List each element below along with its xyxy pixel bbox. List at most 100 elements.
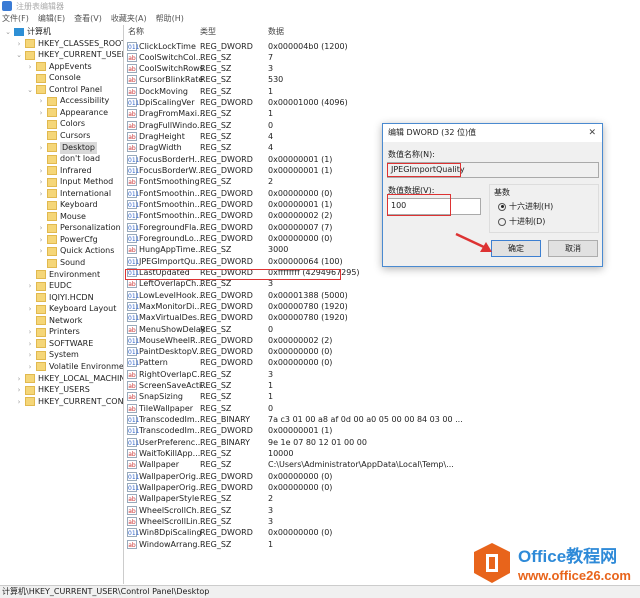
menu-item[interactable]: 查看(V)	[74, 12, 102, 25]
value-row[interactable]: 011 MaxVirtualDes... REG_DWORD 0x00000780 (…	[125, 312, 640, 323]
tree-item[interactable]: IQIYI.HCDN	[26, 292, 94, 304]
chevron-right-icon[interactable]: ›	[37, 142, 45, 154]
column-header-name[interactable]: 名称	[128, 25, 144, 38]
values-list[interactable]: 名称 类型 数据 011 ClickLockTime REG_DWORD 0x0000…	[125, 25, 640, 584]
menu-item[interactable]: 帮助(H)	[156, 12, 184, 25]
value-row[interactable]: 011 LowLevelHook... REG_DWORD 0x00001388 (5…	[125, 290, 640, 301]
column-header-type[interactable]: 类型	[200, 25, 216, 38]
dec-radio[interactable]: 十进制(D)	[498, 216, 545, 227]
chevron-right-icon[interactable]: ›	[37, 165, 45, 177]
value-row[interactable]: ab WheelScrollLin... REG_SZ 3	[125, 516, 640, 527]
value-row[interactable]: 011 UserPreferenc... REG_BINARY 9e 1e 07 80…	[125, 437, 640, 448]
value-row[interactable]: ab Wallpaper REG_SZ C:\Users\Administrator\…	[125, 459, 640, 470]
value-row[interactable]: 011 DpiScalingVer REG_DWORD 0x00001000 (409…	[125, 97, 640, 108]
chevron-right-icon[interactable]: ›	[37, 107, 45, 119]
tree-item[interactable]: › Infrared	[37, 165, 92, 177]
tree-item[interactable]: Cursors	[37, 130, 90, 142]
tree-item[interactable]: › SOFTWARE	[26, 338, 93, 350]
chevron-right-icon[interactable]: ›	[15, 38, 23, 50]
value-row[interactable]: 011 WallpaperOrig... REG_DWORD 0x00000000 (…	[125, 471, 640, 482]
tree-item[interactable]: › EUDC	[26, 280, 72, 292]
tree-item[interactable]: ⌄ 计算机	[4, 26, 51, 38]
chevron-down-icon[interactable]: ⌄	[15, 49, 23, 61]
tree-item[interactable]: › HKEY_CURRENT_CONFIG	[15, 396, 123, 408]
tree-item[interactable]: Sound	[37, 257, 85, 269]
cancel-button[interactable]: 取消	[548, 240, 598, 257]
value-row[interactable]: ab TileWallpaper REG_SZ 0	[125, 403, 640, 414]
value-row[interactable]: ab RightOverlapC... REG_SZ 3	[125, 369, 640, 380]
chevron-right-icon[interactable]: ›	[15, 373, 23, 385]
value-row[interactable]: ab CursorBlinkRate REG_SZ 530	[125, 74, 640, 85]
registry-tree[interactable]: ⌄ 计算机 › HKEY_CLASSES_ROOT ⌄ HKEY_CURRENT_USER…	[0, 25, 124, 584]
menu-item[interactable]: 编辑(E)	[38, 12, 65, 25]
value-row[interactable]: ab DragFromMaxi... REG_SZ 1	[125, 108, 640, 119]
tree-item[interactable]: › Personalization	[37, 222, 121, 234]
value-row[interactable]: ab DockMoving REG_SZ 1	[125, 86, 640, 97]
tree-item[interactable]: › HKEY_CLASSES_ROOT	[15, 38, 123, 50]
tree-item[interactable]: › AppEvents	[26, 61, 92, 73]
value-row[interactable]: ab ScreenSaveActi... REG_SZ 1	[125, 380, 640, 391]
value-row[interactable]: 011 MouseWheelR... REG_DWORD 0x00000002 (2)	[125, 335, 640, 346]
tree-item[interactable]: › Desktop	[37, 141, 97, 154]
chevron-right-icon[interactable]: ›	[37, 234, 45, 246]
value-row[interactable]: 011 Pattern REG_DWORD 0x00000000 (0)	[125, 357, 640, 368]
value-row[interactable]: ab CoolSwitchRows REG_SZ 3	[125, 63, 640, 74]
chevron-down-icon[interactable]: ⌄	[4, 26, 12, 38]
tree-item[interactable]: › HKEY_USERS	[15, 384, 90, 396]
chevron-right-icon[interactable]: ›	[37, 245, 45, 257]
menu-item[interactable]: 收藏夹(A)	[111, 12, 147, 25]
chevron-right-icon[interactable]: ›	[37, 176, 45, 188]
chevron-right-icon[interactable]: ›	[26, 326, 34, 338]
tree-item[interactable]: › Volatile Environment	[26, 361, 123, 373]
chevron-right-icon[interactable]: ›	[15, 384, 23, 396]
tree-item[interactable]: › Printers	[26, 326, 80, 338]
chevron-right-icon[interactable]: ›	[26, 361, 34, 373]
tree-item[interactable]: › System	[26, 349, 79, 361]
chevron-right-icon[interactable]: ›	[37, 222, 45, 234]
menu-item[interactable]: 文件(F)	[2, 12, 29, 25]
chevron-right-icon[interactable]: ›	[15, 396, 23, 408]
tree-item[interactable]: › PowerCfg	[37, 234, 98, 246]
chevron-right-icon[interactable]: ›	[26, 303, 34, 315]
value-row[interactable]: 011 WallpaperOrig... REG_DWORD 0x00000000 (…	[125, 482, 640, 493]
column-header-data[interactable]: 数据	[268, 25, 284, 38]
value-row[interactable]: ab SnapSizing REG_SZ 1	[125, 391, 640, 402]
tree-item[interactable]: › Quick Actions	[37, 245, 114, 257]
tree-item[interactable]: › Appearance	[37, 107, 108, 119]
tree-item[interactable]: Environment	[26, 269, 100, 281]
tree-item[interactable]: Keyboard	[37, 199, 98, 211]
tree-item[interactable]: don't load	[37, 153, 100, 165]
tree-item[interactable]: › International	[37, 188, 111, 200]
tree-item[interactable]: › Keyboard Layout	[26, 303, 116, 315]
value-row[interactable]: 011 MaxMonitorDi... REG_DWORD 0x00000780 (1…	[125, 301, 640, 312]
close-icon[interactable]: ✕	[588, 124, 596, 142]
chevron-right-icon[interactable]: ›	[26, 349, 34, 361]
hex-radio[interactable]: 十六进制(H)	[498, 201, 553, 212]
value-row[interactable]: 011 TranscodedIm... REG_BINARY 7a c3 01 00 …	[125, 414, 640, 425]
tree-item[interactable]: › Input Method	[37, 176, 113, 188]
value-row[interactable]: 011 TranscodedIm... REG_DWORD 0x00000001 (1…	[125, 425, 640, 436]
chevron-right-icon[interactable]: ›	[26, 280, 34, 292]
value-row[interactable]: ab WaitToKillApp... REG_SZ 10000	[125, 448, 640, 459]
value-name: TranscodedIm...	[139, 426, 203, 436]
tree-item[interactable]: Network	[26, 315, 82, 327]
tree-item[interactable]: › HKEY_LOCAL_MACHINE	[15, 373, 123, 385]
value-row[interactable]: ab CoolSwitchCol... REG_SZ 7	[125, 52, 640, 63]
tree-item[interactable]: Colors	[37, 118, 85, 130]
chevron-right-icon[interactable]: ›	[37, 188, 45, 200]
value-row[interactable]: ab WheelScrollCh... REG_SZ 3	[125, 505, 640, 516]
value-row[interactable]: ab MenuShowDelay REG_SZ 0	[125, 324, 640, 335]
chevron-right-icon[interactable]: ›	[37, 95, 45, 107]
value-row[interactable]: 011 PaintDesktopV... REG_DWORD 0x00000000 (…	[125, 346, 640, 357]
tree-item[interactable]: Console	[26, 72, 81, 84]
chevron-right-icon[interactable]: ›	[26, 61, 34, 73]
tree-item[interactable]: ⌄ HKEY_CURRENT_USER	[15, 49, 123, 61]
tree-item[interactable]: › Accessibility	[37, 95, 109, 107]
chevron-right-icon[interactable]: ›	[26, 338, 34, 350]
value-row[interactable]: ab WallpaperStyle REG_SZ 2	[125, 493, 640, 504]
chevron-down-icon[interactable]: ⌄	[26, 84, 34, 96]
tree-item[interactable]: Mouse	[37, 211, 86, 223]
tree-item[interactable]: ⌄ Control Panel	[26, 84, 102, 96]
value-row[interactable]: 011 ClickLockTime REG_DWORD 0x000004b0 (120…	[125, 41, 640, 52]
value-row[interactable]: 011 Win8DpiScaling REG_DWORD 0x00000000 (0)	[125, 527, 640, 538]
